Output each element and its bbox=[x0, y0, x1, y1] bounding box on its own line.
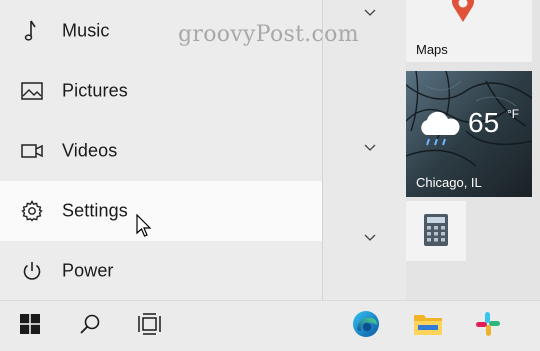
music-note-icon bbox=[20, 19, 44, 43]
weather-unit: °F bbox=[507, 107, 520, 121]
calculator-icon bbox=[423, 213, 449, 252]
taskbar bbox=[0, 300, 540, 351]
menu-item-settings[interactable]: Settings bbox=[0, 181, 322, 241]
edge-button[interactable] bbox=[344, 301, 388, 351]
picture-icon bbox=[20, 79, 44, 103]
file-explorer-icon bbox=[413, 311, 443, 342]
calculator-tile[interactable] bbox=[406, 201, 466, 261]
slack-icon bbox=[475, 311, 501, 342]
menu-item-label: Settings bbox=[62, 200, 128, 221]
watermark: groovyPost.com bbox=[178, 22, 359, 47]
map-pin-icon bbox=[448, 0, 478, 29]
chevron-down-icon[interactable] bbox=[358, 230, 382, 246]
tile-label: Maps bbox=[416, 42, 448, 57]
menu-item-label: Videos bbox=[62, 140, 118, 161]
file-explorer-button[interactable] bbox=[406, 301, 450, 351]
menu-item-power[interactable]: Power bbox=[0, 241, 322, 301]
task-view-button[interactable] bbox=[128, 301, 172, 351]
chevron-down-icon[interactable] bbox=[358, 140, 382, 156]
menu-item-label: Power bbox=[62, 260, 114, 281]
task-view-icon bbox=[138, 313, 162, 340]
weather-location: Chicago, IL bbox=[416, 175, 482, 190]
weather-tile[interactable]: 65 °F Chicago, IL bbox=[406, 71, 532, 197]
weather-temperature: 65 bbox=[468, 107, 500, 138]
edge-icon bbox=[351, 309, 381, 344]
mouse-cursor-icon bbox=[136, 213, 152, 243]
menu-item-videos[interactable]: Videos bbox=[0, 121, 322, 181]
gear-icon bbox=[20, 199, 44, 223]
menu-item-label: Music bbox=[62, 20, 110, 41]
menu-item-label: Pictures bbox=[62, 80, 128, 101]
rain-cloud-icon bbox=[416, 111, 462, 156]
search-button[interactable] bbox=[68, 301, 112, 351]
menu-item-pictures[interactable]: Pictures bbox=[0, 61, 322, 121]
chevron-down-icon[interactable] bbox=[358, 5, 382, 21]
power-icon bbox=[20, 259, 44, 283]
start-button[interactable] bbox=[8, 301, 52, 351]
windows-start-icon bbox=[20, 314, 40, 339]
maps-tile[interactable]: Maps bbox=[406, 0, 532, 62]
slack-button[interactable] bbox=[466, 301, 510, 351]
video-camera-icon bbox=[20, 139, 44, 163]
search-icon bbox=[79, 313, 101, 340]
